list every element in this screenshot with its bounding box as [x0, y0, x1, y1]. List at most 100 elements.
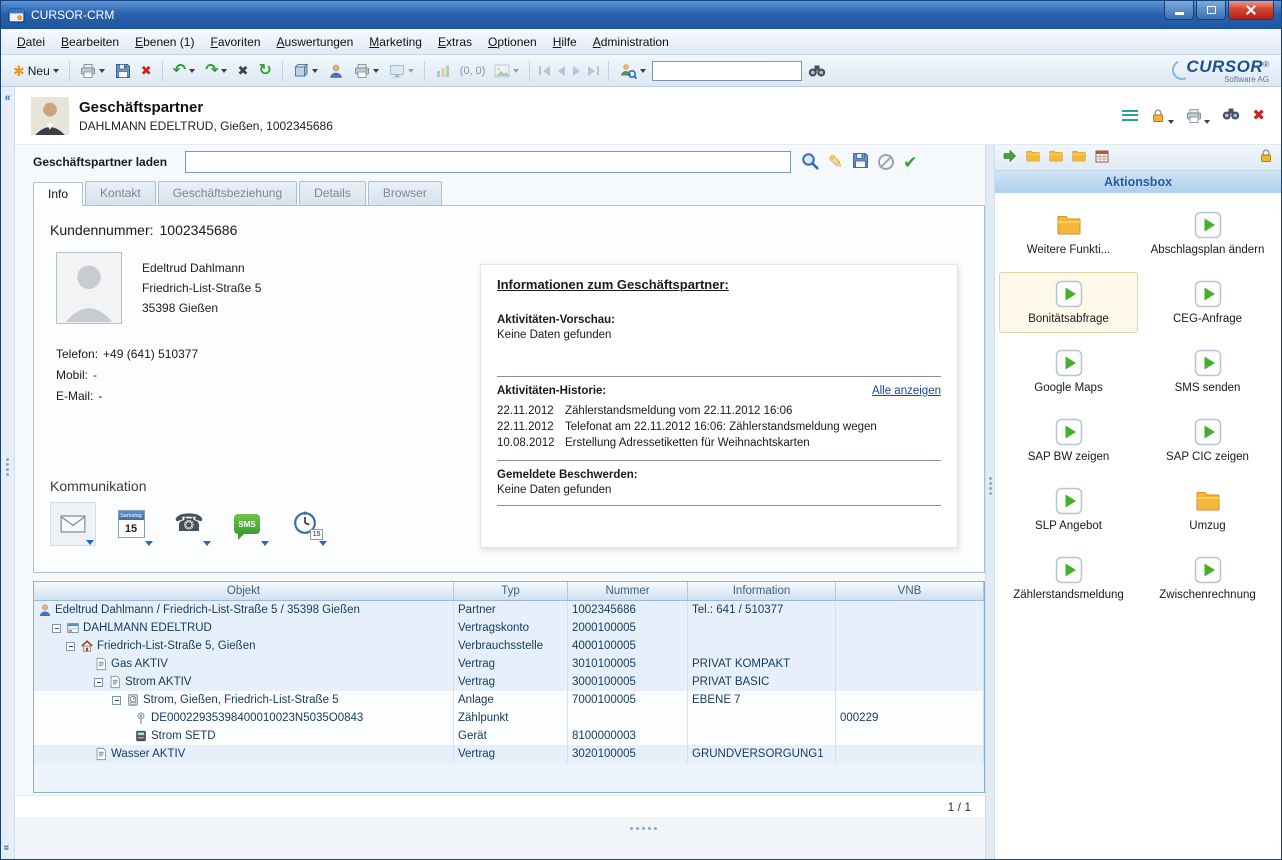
- save-record-button[interactable]: [852, 152, 869, 172]
- action-umzug[interactable]: Umzug: [1138, 479, 1277, 540]
- tab-kontakt[interactable]: Kontakt: [85, 181, 156, 205]
- back-dropdown-caret[interactable]: [189, 69, 195, 73]
- forward-button[interactable]: [201, 60, 231, 82]
- action-bonitaetsabfrage[interactable]: Bonitätsabfrage: [999, 272, 1138, 333]
- task-dropdown-caret[interactable]: [319, 541, 327, 546]
- action-sap-cic-zeigen[interactable]: SAP CIC zeigen: [1138, 410, 1277, 471]
- sms-dropdown-caret[interactable]: [261, 541, 269, 546]
- new-button[interactable]: Neu: [9, 61, 63, 81]
- panel-calendar-button[interactable]: [1094, 148, 1110, 167]
- close-record-icon[interactable]: [1252, 108, 1265, 123]
- menu-item-bearbeiten[interactable]: Bearbeiten: [53, 31, 127, 53]
- menu-item-datei[interactable]: Datei: [9, 31, 53, 53]
- nav-next-button[interactable]: [570, 66, 583, 76]
- relations-dropdown-caret[interactable]: [312, 69, 318, 73]
- panel-new-action-button[interactable]: [1071, 148, 1087, 167]
- nav-prev-button[interactable]: [555, 66, 568, 76]
- action-sap-bw-zeigen[interactable]: SAP BW zeigen: [999, 410, 1138, 471]
- table-row[interactable]: Gas AKTIV Vertrag 3010100005 PRIVAT KOMP…: [34, 655, 984, 673]
- appointment-dropdown-caret[interactable]: [145, 541, 153, 546]
- print-button[interactable]: [76, 60, 109, 82]
- task-button[interactable]: 15: [282, 502, 328, 546]
- print-dropdown-caret[interactable]: [99, 69, 105, 73]
- collapse-bottom-icon[interactable]: [2, 844, 13, 850]
- print-list-button[interactable]: [350, 60, 383, 82]
- column-header-typ[interactable]: Typ: [454, 582, 568, 600]
- menu-item-administration[interactable]: Administration: [585, 31, 677, 53]
- phone-dropdown-caret[interactable]: [203, 541, 211, 546]
- record-menu-icon[interactable]: [1122, 110, 1138, 121]
- record-search-button[interactable]: [1222, 105, 1240, 126]
- collapse-toggle[interactable]: [112, 696, 121, 705]
- horizontal-splitter-grip[interactable]: [630, 827, 657, 830]
- lock-dropdown-caret[interactable]: [1168, 120, 1174, 124]
- action-zaehlerstandsmeldung[interactable]: Zählerstandsmeldung: [999, 548, 1138, 609]
- column-header-information[interactable]: Information: [688, 582, 836, 600]
- forward-dropdown-caret[interactable]: [221, 69, 227, 73]
- table-row[interactable]: Strom AKTIV Vertrag 3000100005 PRIVAT BA…: [34, 673, 984, 691]
- table-row[interactable]: DE00022935398400010023N5035O0843 Zählpun…: [34, 709, 984, 727]
- email-dropdown-caret[interactable]: [86, 540, 94, 545]
- discard-icon[interactable]: [878, 154, 894, 170]
- close-button[interactable]: [1228, 1, 1274, 20]
- column-header-nummer[interactable]: Nummer: [568, 582, 688, 600]
- table-row[interactable]: Wasser AKTIV Vertrag 3020100005 GRUNDVER…: [34, 745, 984, 763]
- table-row[interactable]: Edeltrud Dahlmann / Friedrich-List-Straß…: [34, 601, 984, 619]
- save-button[interactable]: [111, 60, 135, 82]
- left-splitter-strip[interactable]: [1, 87, 15, 859]
- table-row[interactable]: Strom, Gießen, Friedrich-List-Straße 5 A…: [34, 691, 984, 709]
- record-print-button[interactable]: [1186, 108, 1210, 124]
- appointment-button[interactable]: Samstag 15: [108, 502, 154, 546]
- collapse-toggle[interactable]: [94, 678, 103, 687]
- menu-item-ebenen[interactable]: Ebenen (1): [127, 31, 202, 53]
- confirm-icon[interactable]: [903, 154, 917, 171]
- search-record-button[interactable]: [801, 152, 819, 173]
- quick-search-input[interactable]: [652, 61, 802, 81]
- history-row[interactable]: 22.11.2012Zählerstandsmeldung vom 22.11.…: [497, 403, 941, 419]
- action-abschlagsplan-aendern[interactable]: Abschlagsplan ändern: [1138, 203, 1277, 264]
- delete-button[interactable]: [137, 61, 156, 80]
- history-row[interactable]: 22.11.2012Telefonat am 22.11.2012 16:06:…: [497, 419, 941, 435]
- assign-button[interactable]: [324, 60, 348, 82]
- alle-anzeigen-link[interactable]: Alle anzeigen: [872, 385, 941, 397]
- bottom-splitter[interactable]: [15, 817, 985, 859]
- panel-forward-button[interactable]: [1002, 148, 1018, 167]
- action-slp-angebot[interactable]: SLP Angebot: [999, 479, 1138, 540]
- partner-load-input[interactable]: [185, 151, 791, 173]
- cancel-button[interactable]: [233, 61, 252, 80]
- nav-last-button[interactable]: [585, 66, 602, 76]
- print-list-dropdown-caret[interactable]: [373, 69, 379, 73]
- maximize-button[interactable]: [1196, 1, 1226, 20]
- table-row[interactable]: DAHLMANN EDELTRUD Vertragskonto 20001000…: [34, 619, 984, 637]
- minimize-button[interactable]: [1164, 1, 1194, 20]
- new-dropdown-caret[interactable]: [53, 69, 59, 73]
- chart-button[interactable]: [431, 60, 455, 82]
- collapse-left-icon[interactable]: [4, 93, 10, 104]
- person-search-dropdown-caret[interactable]: [640, 69, 646, 73]
- action-google-maps[interactable]: Google Maps: [999, 341, 1138, 402]
- back-button[interactable]: [169, 60, 199, 82]
- panel-up-button[interactable]: [1025, 148, 1041, 167]
- titlebar[interactable]: CURSOR-CRM: [1, 1, 1281, 29]
- menu-item-marketing[interactable]: Marketing: [361, 31, 430, 53]
- left-splitter-grip[interactable]: [6, 456, 9, 478]
- nav-first-button[interactable]: [536, 66, 553, 76]
- menu-item-extras[interactable]: Extras: [430, 31, 480, 53]
- collapse-toggle[interactable]: [66, 642, 75, 651]
- vertical-splitter-grip[interactable]: [989, 475, 992, 497]
- person-search-button[interactable]: [615, 59, 650, 83]
- search-button[interactable]: [804, 59, 830, 83]
- history-row[interactable]: 10.08.2012Erstellung Adressetiketten für…: [497, 435, 941, 451]
- action-zwischenrechnung[interactable]: Zwischenrechnung: [1138, 548, 1277, 609]
- edit-icon[interactable]: [828, 153, 843, 171]
- action-ceg-anfrage[interactable]: CEG-Anfrage: [1138, 272, 1277, 333]
- record-print-dropdown-caret[interactable]: [1204, 120, 1210, 124]
- menu-item-auswertungen[interactable]: Auswertungen: [269, 31, 362, 53]
- table-row[interactable]: Strom SETD Gerät 8100000003: [34, 727, 984, 745]
- tab-geschaeftsbeziehung[interactable]: Geschäftsbeziehung: [158, 181, 297, 205]
- image-button[interactable]: [490, 60, 523, 82]
- tab-details[interactable]: Details: [299, 181, 366, 205]
- tab-info[interactable]: Info: [33, 182, 83, 206]
- panel-lock-button[interactable]: [1258, 148, 1274, 167]
- action-sms-senden[interactable]: SMS senden: [1138, 341, 1277, 402]
